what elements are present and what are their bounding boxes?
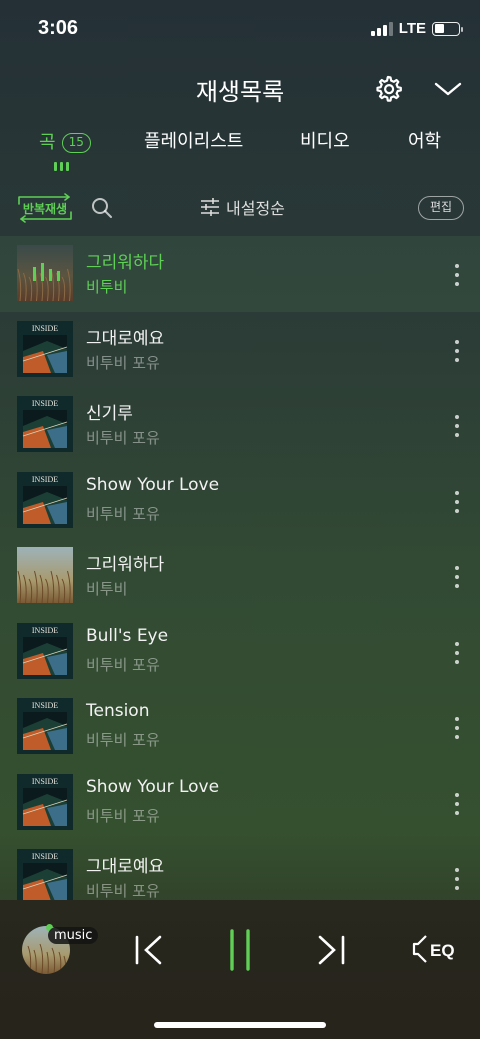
music-badge: music (48, 927, 99, 944)
svg-text:INSIDE: INSIDE (32, 852, 58, 861)
gear-icon[interactable] (373, 74, 403, 104)
network-label: LTE (398, 20, 426, 37)
song-title: 그대로예요 (86, 857, 165, 877)
page-title: 재생목록 (195, 78, 285, 106)
song-artist: 비투비 포유 (86, 354, 160, 372)
chevron-down-icon[interactable] (434, 78, 462, 100)
song-row[interactable]: INSIDE Show Your Love 비투비 포유 (0, 765, 480, 841)
album-art: INSIDE (17, 623, 73, 679)
eq-label: EQ (430, 941, 455, 960)
status-time: 3:06 (38, 17, 79, 39)
more-options-icon[interactable] (452, 566, 462, 588)
home-indicator (154, 1022, 326, 1028)
song-row[interactable]: 그리워하다비투비 (0, 538, 480, 614)
album-art: INSIDE (17, 321, 73, 377)
svg-text:INSIDE: INSIDE (32, 701, 58, 710)
repeat-label: 반복재생 (22, 201, 68, 216)
previous-icon[interactable] (132, 934, 166, 966)
album-art (17, 245, 73, 301)
song-artist: 비투비 (86, 580, 128, 598)
status-bar: 3:06 LTE (0, 0, 480, 60)
repeat-button[interactable]: 반복재생 (17, 192, 73, 224)
eq-speaker-icon[interactable]: EQ (412, 932, 460, 966)
tab-playlists[interactable]: 플레이리스트 (144, 128, 243, 158)
song-title: 그대로예요 (86, 329, 165, 349)
svg-text:INSIDE: INSIDE (32, 626, 58, 635)
song-row[interactable]: INSIDE Bull's Eye 비투비 포유 (0, 614, 480, 690)
song-artist: 비투비 (86, 278, 128, 296)
more-options-icon[interactable] (452, 340, 462, 362)
tab-songs-label: 곡 (39, 132, 56, 153)
search-icon[interactable] (90, 196, 114, 220)
album-art (17, 547, 73, 603)
edit-button[interactable]: 편집 (418, 196, 464, 220)
more-options-icon[interactable] (452, 793, 462, 815)
song-artist: 비투비 포유 (86, 807, 160, 825)
song-title: Tension (86, 701, 150, 721)
song-list: 그리워하다 비투비 INSIDE 그대로예요 비투비 포유 INSIDE 신기루 비투비 포유… (0, 236, 480, 900)
album-art: INSIDE (17, 774, 73, 830)
song-title: 신기루 (86, 404, 133, 424)
svg-text:INSIDE: INSIDE (32, 475, 58, 484)
tab-language[interactable]: 어학 (408, 128, 441, 158)
song-title: Show Your Love (86, 777, 220, 797)
more-options-icon[interactable] (452, 264, 462, 286)
song-row[interactable]: INSIDE 신기루비투비 포유 (0, 387, 480, 463)
pause-icon[interactable] (226, 928, 254, 972)
svg-text:INSIDE: INSIDE (32, 399, 58, 408)
song-title: 그리워하다 (86, 253, 165, 273)
battery-icon (432, 21, 463, 36)
sort-button[interactable]: 내설정순 (200, 195, 285, 219)
song-title: Bull's Eye (86, 626, 169, 646)
album-art: INSIDE (17, 396, 73, 452)
more-options-icon[interactable] (452, 491, 462, 513)
song-row[interactable]: INSIDE 그대로예요비투비 포유 (0, 312, 480, 388)
sliders-icon (201, 198, 219, 216)
song-artist: 비투비 포유 (86, 731, 160, 749)
song-count-badge: 15 (61, 133, 91, 153)
now-playing-bars-icon (33, 263, 60, 281)
song-title: 그리워하다 (86, 555, 165, 575)
more-options-icon[interactable] (452, 642, 462, 664)
signal-icon (370, 21, 393, 36)
svg-text:INSIDE: INSIDE (32, 777, 58, 786)
status-indicators: LTE (370, 20, 463, 37)
song-title: Show Your Love (86, 475, 220, 495)
song-artist: 비투비 포유 (86, 429, 160, 447)
song-artist: 비투비 포유 (86, 656, 160, 674)
song-row[interactable]: INSIDE 그대로예요비투비 포유 (0, 840, 480, 900)
more-options-icon[interactable] (452, 415, 462, 437)
toolbar: 반복재생 내설정순 편집 (0, 190, 480, 226)
more-options-icon[interactable] (452, 717, 462, 739)
song-row[interactable]: INSIDE Show Your Love 비투비 포유 (0, 463, 480, 539)
svg-text:INSIDE: INSIDE (32, 324, 58, 333)
next-icon[interactable] (314, 934, 348, 966)
tab-songs[interactable]: 곡 15 (39, 128, 91, 158)
tab-bar: 곡 15 플레이리스트 비디오 어학 (0, 128, 480, 178)
song-artist: 비투비 포유 (86, 505, 160, 523)
active-tab-indicator (54, 162, 69, 171)
sort-label: 내설정순 (226, 199, 285, 218)
song-artist: 비투비 포유 (86, 882, 160, 900)
album-art: INSIDE (17, 849, 73, 900)
song-row[interactable]: INSIDE Tension 비투비 포유 (0, 689, 480, 765)
tab-videos[interactable]: 비디오 (300, 128, 350, 158)
more-options-icon[interactable] (452, 868, 462, 890)
album-art: INSIDE (17, 698, 73, 754)
header: 재생목록 (0, 68, 480, 112)
mini-player: music EQ (0, 900, 480, 1039)
album-art: INSIDE (17, 472, 73, 528)
song-row[interactable]: 그리워하다비투비 (0, 236, 480, 312)
